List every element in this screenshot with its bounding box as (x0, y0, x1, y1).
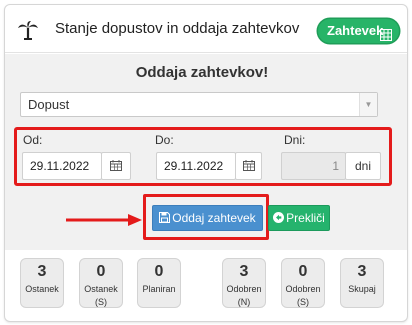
red-arrow-annotation (66, 214, 142, 226)
stat-value: 3 (239, 263, 249, 280)
stat-sub: (N) (237, 297, 251, 307)
from-label: Od: (23, 133, 43, 147)
from-date-input[interactable]: 29.11.2022 (22, 152, 102, 180)
zahtevek-button[interactable]: Zahtevek (318, 19, 399, 43)
days-unit: dni (345, 152, 381, 180)
cancel-button[interactable]: Prekliči (268, 205, 330, 231)
stat-label: Planiran (142, 284, 176, 294)
days-input: 1 (281, 152, 346, 180)
stat-label: Skupaj (348, 284, 376, 294)
calendar-icon (110, 154, 122, 171)
stat-ostanek: 3 Ostanek (20, 258, 64, 308)
stat-value: 0 (298, 263, 308, 280)
from-calendar-button[interactable] (101, 152, 131, 180)
leave-type-select[interactable]: Dopust ▼ (20, 92, 378, 117)
zahtevek-label: Zahtevek (327, 23, 384, 38)
stat-value: 0 (154, 263, 164, 280)
leave-type-value: Dopust (28, 97, 70, 112)
stat-sub: (S) (297, 297, 309, 307)
stat-value: 0 (96, 263, 106, 280)
stat-planiran: 0 Planiran (137, 258, 181, 308)
chevron-down-icon: ▼ (359, 93, 377, 116)
to-label: Do: (155, 133, 174, 147)
stat-label: Ostanek (25, 284, 59, 294)
stat-skupaj: 3 Skupaj (340, 258, 384, 308)
stat-label: Odobren (226, 284, 262, 294)
card-header: Stanje dopustov in oddaja zahtevkov Zaht… (5, 5, 407, 53)
palm-tree-icon (17, 20, 39, 40)
stat-sub: (S) (95, 297, 107, 307)
page-title: Stanje dopustov in oddaja zahtevkov (55, 20, 300, 37)
floppy-disk-icon (159, 207, 171, 223)
stat-label: Ostanek (84, 284, 118, 294)
to-date-input[interactable]: 29.11.2022 (156, 152, 236, 180)
stat-value: 3 (37, 263, 47, 280)
calendar-icon (242, 154, 255, 171)
days-label: Dni: (284, 133, 306, 147)
stat-odobren-n: 3 Odobren (N) (222, 258, 266, 308)
stat-value: 3 (357, 263, 367, 280)
to-calendar-button[interactable] (235, 152, 262, 180)
table-icon (380, 25, 392, 41)
circle-arrow-left-icon (273, 207, 285, 223)
stat-ostanek-s: 0 Ostanek (S) (79, 258, 123, 308)
cancel-label: Prekliči (286, 211, 325, 225)
submit-label: Oddaj zahtevek (172, 211, 256, 225)
stat-label: Odobren (285, 284, 321, 294)
stat-odobren-s: 0 Odobren (S) (281, 258, 325, 308)
submit-request-button[interactable]: Oddaj zahtevek (152, 205, 263, 231)
form-title: Oddaja zahtevkov! (135, 64, 269, 81)
